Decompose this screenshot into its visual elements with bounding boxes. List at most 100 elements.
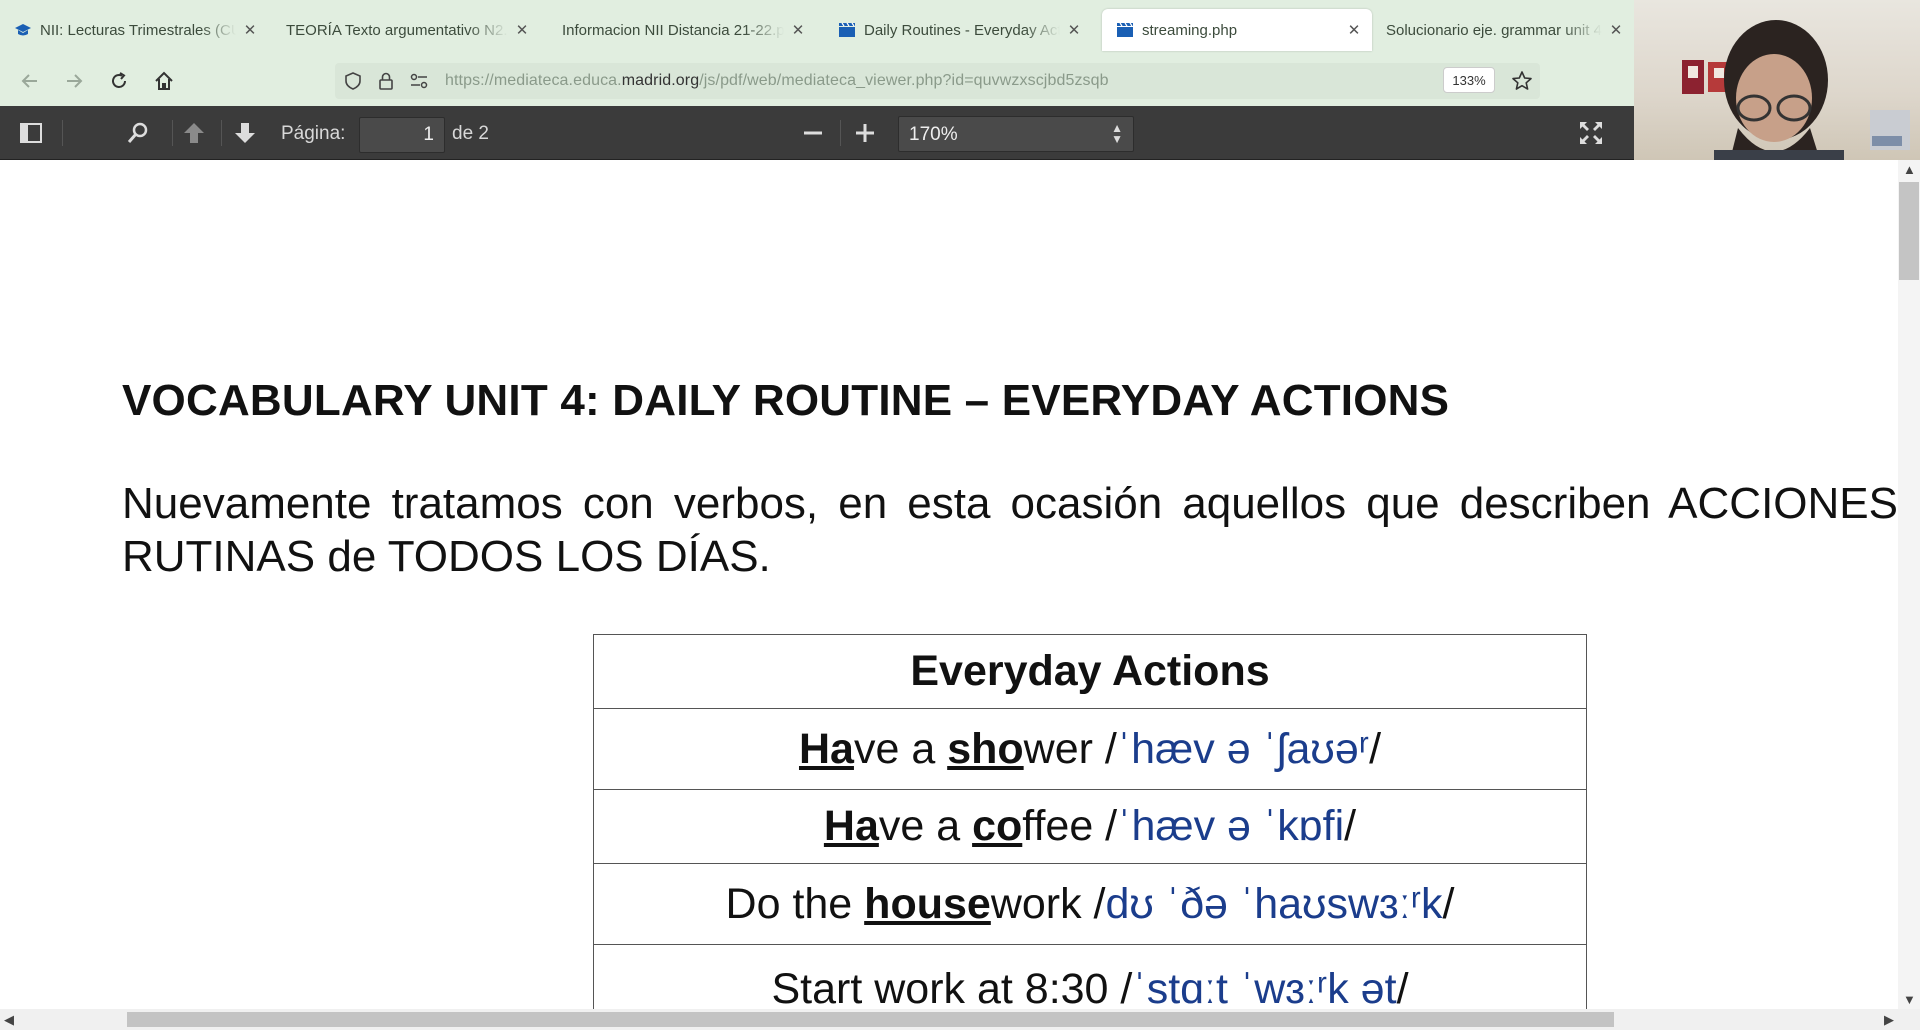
word-text: ffee / [1022, 802, 1118, 850]
zoom-select[interactable]: 170% ▲ ▼ [898, 116, 1134, 152]
stressed-syllable: house [864, 879, 991, 928]
vocabulary-table: Everyday Actions Have a shower /ˈhæv ə ˈ… [593, 634, 1587, 1009]
shield-icon[interactable] [343, 71, 363, 91]
clapperboard-icon [1117, 22, 1133, 37]
url-domain: madrid.org [621, 72, 700, 89]
home-icon [155, 71, 173, 90]
pdf-toolbar: Página: 1 de 2 170% ▲ ▼ [0, 106, 1634, 160]
stressed-syllable: sho [947, 724, 1024, 773]
tab-streaming[interactable]: streaming.php ✕ [1102, 9, 1372, 51]
ipa-transcription: ˈhæv ə ˈʃaʊəʳ [1116, 724, 1370, 773]
arrow-left-icon [21, 74, 37, 88]
word-text: Start work at 8:30 / [771, 965, 1133, 1009]
tab-informacion[interactable]: Informacion NII Distancia 21-22.pdf ✕ [548, 9, 816, 51]
url-text[interactable]: https://mediateca.educa.madrid.org/js/pd… [445, 72, 1109, 90]
horizontal-scrollbar-thumb[interactable] [127, 1012, 1614, 1027]
word-text: ve a [853, 724, 948, 773]
tab-bar: NII: Lecturas Trimestrales (CUENTOS ✕ TE… [0, 0, 1920, 55]
navigation-bar: https://mediateca.educa.madrid.org/js/pd… [0, 55, 1920, 106]
reload-icon [112, 72, 126, 88]
scroll-down-icon[interactable]: ▼ [1903, 992, 1916, 1007]
close-icon[interactable]: ✕ [514, 21, 530, 39]
toolbar-separator [221, 120, 222, 146]
arrow-right-icon [67, 74, 83, 88]
stressed-syllable: Ha [798, 724, 854, 773]
presentation-mode-button[interactable] [1575, 117, 1607, 149]
document-paragraph: Nuevamente tratamos con verbos, en esta … [122, 479, 1898, 581]
tab-label: Daily Routines - Everyday Actions [864, 21, 1060, 39]
ipa-transcription: ˈstɑːt ˈwɜːʳk ət [1132, 965, 1397, 1009]
close-icon[interactable]: ✕ [790, 21, 806, 39]
updown-arrows-icon: ▲ ▼ [1111, 121, 1123, 146]
table-row: Have a coffee /ˈhæv ə ˈkɒfi/ [593, 789, 1587, 864]
url-prefix: https://mediateca.educa. [445, 72, 622, 89]
word-text: / [1344, 802, 1357, 850]
document-title: VOCABULARY UNIT 4: DAILY ROUTINE – EVERY… [122, 376, 1450, 425]
close-icon[interactable]: ✕ [1608, 21, 1624, 39]
table-row: Do the housework /dʊ ˈðə ˈhaʊswɜːʳk/ [593, 863, 1587, 945]
graduation-cap-icon [15, 24, 31, 36]
close-icon[interactable]: ✕ [1346, 21, 1362, 39]
sidebar-icon [20, 123, 42, 143]
stressed-syllable: Ha [823, 802, 879, 850]
zoom-level-badge[interactable]: 133% [1443, 67, 1495, 93]
address-bar[interactable]: https://mediateca.educa.madrid.org/js/pd… [335, 63, 1540, 99]
forward-button[interactable] [58, 65, 90, 97]
tab-label: TEORÍA Texto argumentativo N2.pdf [286, 21, 508, 39]
previous-page-button[interactable] [178, 117, 210, 149]
vertical-scrollbar[interactable] [1898, 160, 1920, 1009]
stressed-syllable: co [972, 802, 1023, 850]
word-text: ve a [878, 802, 973, 850]
plus-icon [856, 124, 874, 142]
tab-teoria[interactable]: TEORÍA Texto argumentativo N2.pdf ✕ [272, 9, 540, 51]
zoom-in-button[interactable] [849, 117, 881, 149]
scroll-left-icon[interactable]: ◀ [4, 1012, 14, 1028]
vertical-scrollbar-thumb[interactable] [1899, 182, 1919, 280]
ipa-transcription: dʊ ˈðə ˈhaʊswɜːʳk [1105, 879, 1443, 928]
table-row: Start work at 8:30 /ˈstɑːt ˈwɜːʳk ət/ [593, 944, 1587, 1009]
close-icon[interactable]: ✕ [1066, 21, 1082, 39]
word-text: work / [990, 879, 1106, 928]
zoom-out-button[interactable] [797, 117, 829, 149]
toggle-sidebar-button[interactable] [15, 117, 47, 149]
word-text: wer / [1023, 724, 1117, 773]
permissions-icon[interactable] [409, 72, 429, 90]
scroll-right-icon[interactable]: ▶ [1884, 1012, 1894, 1028]
reload-button[interactable] [103, 65, 135, 97]
tab-label: streaming.php [1142, 21, 1238, 39]
zoom-select-value: 170% [909, 124, 958, 145]
tab-daily-routines[interactable]: Daily Routines - Everyday Actions ✕ [824, 9, 1092, 51]
tab-solucionario[interactable]: Solucionario eje. grammar unit 4.pdf ✕ [1372, 9, 1634, 51]
tab-label: Solucionario eje. grammar unit 4.pdf [1386, 21, 1602, 39]
word-text: / [1396, 965, 1409, 1009]
word-text: / [1369, 724, 1382, 773]
url-path: /js/pdf/web/mediateca_viewer.php?id=quvw… [699, 72, 1109, 89]
page-count: de 2 [452, 123, 489, 144]
word-text: / [1442, 879, 1455, 928]
home-button[interactable] [148, 65, 180, 97]
tab-lecturas[interactable]: NII: Lecturas Trimestrales (CUENTOS ✕ [0, 9, 268, 51]
lock-icon[interactable] [377, 71, 395, 91]
star-icon [1512, 71, 1532, 90]
toolbar-separator [62, 120, 63, 146]
page-label: Página: [281, 123, 346, 144]
page-number-input[interactable]: 1 [359, 117, 445, 153]
scroll-up-icon[interactable]: ▲ [1903, 162, 1916, 177]
table-row: Have a shower /ˈhæv ə ˈʃaʊəʳ/ [593, 708, 1587, 790]
next-page-button[interactable] [229, 117, 261, 149]
word-text: Do the [725, 879, 865, 928]
ipa-transcription: ˈhæv ə ˈkɒfi [1117, 802, 1345, 850]
minus-icon [804, 131, 822, 135]
fullscreen-icon [1580, 122, 1602, 144]
find-button[interactable] [122, 117, 154, 149]
arrow-up-icon [184, 123, 204, 143]
person-image [1682, 20, 1910, 160]
tab-label: Informacion NII Distancia 21-22.pdf [562, 21, 784, 39]
back-button[interactable] [14, 65, 46, 97]
clapperboard-icon [839, 22, 855, 37]
close-icon[interactable]: ✕ [242, 21, 258, 39]
bookmark-button[interactable] [1506, 65, 1538, 97]
search-icon [127, 122, 148, 143]
toolbar-separator [172, 120, 173, 146]
tab-label: NII: Lecturas Trimestrales (CUENTOS [40, 21, 236, 39]
